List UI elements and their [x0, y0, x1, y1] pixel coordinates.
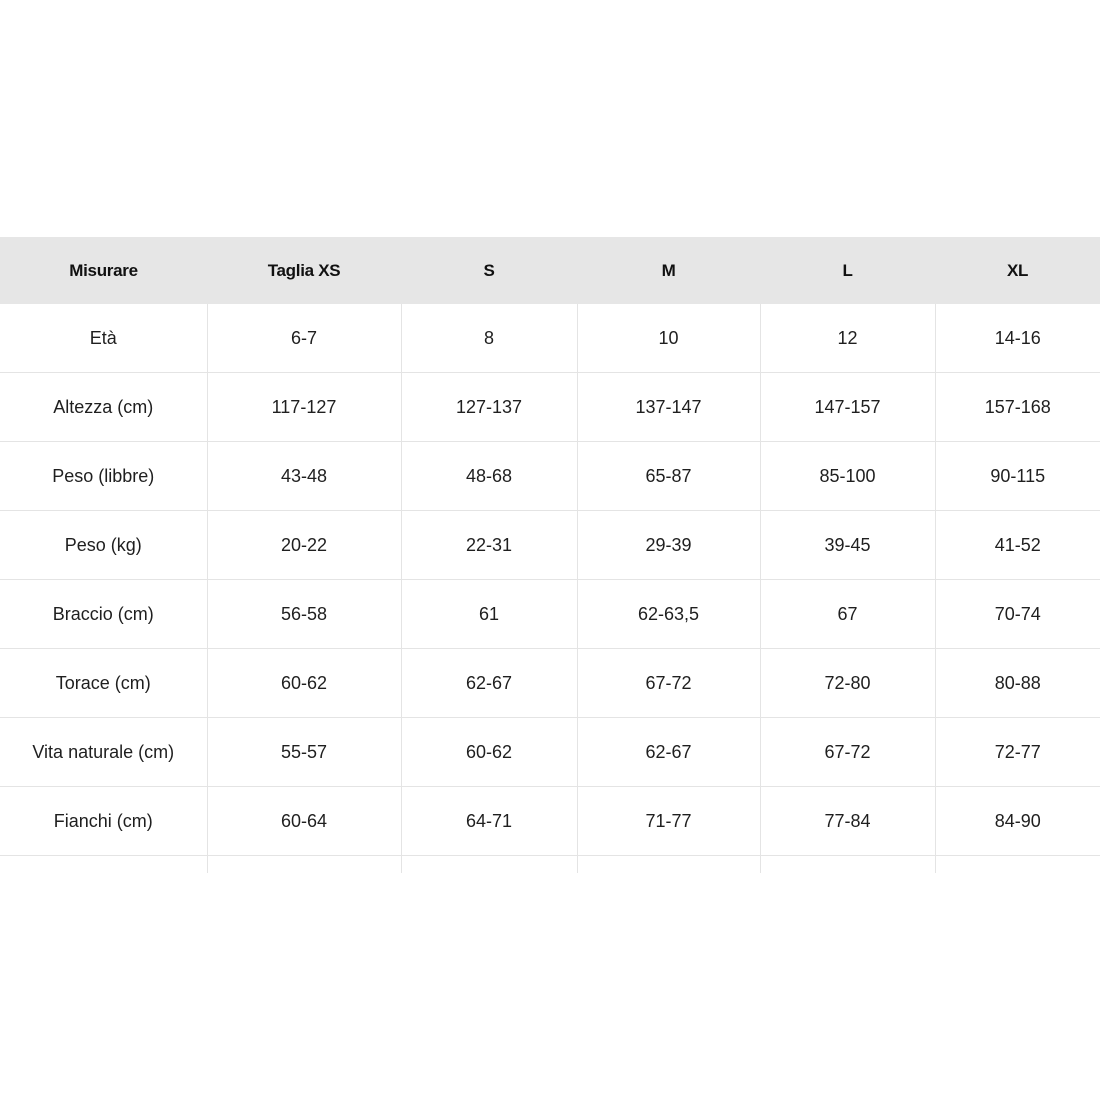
header-size-l: L [760, 237, 935, 304]
table-cell: 80-88 [934, 648, 1100, 718]
spacer-cell [759, 855, 935, 873]
table-cell: 39-45 [759, 510, 935, 580]
table-cell: 61 [400, 579, 577, 649]
row-label: Altezza (cm) [0, 372, 207, 442]
table-cell: 147-157 [759, 372, 935, 442]
table-row: Peso (libbre) 43-48 48-68 65-87 85-100 9… [0, 441, 1100, 511]
table-cell: 48-68 [400, 441, 577, 511]
row-label: Peso (libbre) [0, 441, 207, 511]
table-cell: 12 [759, 304, 935, 373]
table-row: Peso (kg) 20-22 22-31 29-39 39-45 41-52 [0, 510, 1100, 580]
header-size-xs: Taglia XS [207, 237, 401, 304]
row-label: Fianchi (cm) [0, 786, 207, 856]
table-row: Altezza (cm) 117-127 127-137 137-147 147… [0, 372, 1100, 442]
spacer-cell [400, 855, 577, 873]
size-chart-table: Misurare Taglia XS S M L XL Età 6-7 8 10… [0, 237, 1100, 873]
table-cell: 20-22 [206, 510, 401, 580]
table-cell: 72-80 [759, 648, 935, 718]
table-cell: 43-48 [206, 441, 401, 511]
row-label: Età [0, 304, 207, 373]
table-cell: 65-87 [576, 441, 760, 511]
table-cell: 85-100 [759, 441, 935, 511]
table-cell: 71-77 [576, 786, 760, 856]
table-cell: 6-7 [206, 304, 401, 373]
header-size-m: M [577, 237, 760, 304]
table-cell: 157-168 [934, 372, 1100, 442]
header-size-xl: XL [935, 237, 1100, 304]
row-label: Vita naturale (cm) [0, 717, 207, 787]
spacer-cell [206, 855, 401, 873]
table-cell: 67-72 [576, 648, 760, 718]
table-row: Vita naturale (cm) 55-57 60-62 62-67 67-… [0, 717, 1100, 787]
header-row: Misurare Taglia XS S M L XL [0, 237, 1100, 304]
row-label: Peso (kg) [0, 510, 207, 580]
row-label: Torace (cm) [0, 648, 207, 718]
table-cell: 72-77 [934, 717, 1100, 787]
table-cell: 77-84 [759, 786, 935, 856]
table-cell: 22-31 [400, 510, 577, 580]
table-row: Età 6-7 8 10 12 14-16 [0, 304, 1100, 373]
table-cell: 62-67 [400, 648, 577, 718]
table-cell: 60-64 [206, 786, 401, 856]
table-cell: 41-52 [934, 510, 1100, 580]
spacer-cell [576, 855, 760, 873]
table-cell: 60-62 [400, 717, 577, 787]
table-cell: 67-72 [759, 717, 935, 787]
header-size-s: S [401, 237, 577, 304]
spacer-cell [0, 856, 207, 874]
table-cell: 67 [759, 579, 935, 649]
table-cell: 55-57 [206, 717, 401, 787]
table-header: Misurare Taglia XS S M L XL [0, 237, 1100, 304]
spacer-cell [934, 855, 1100, 873]
table-cell: 62-67 [576, 717, 760, 787]
table-cell: 64-71 [400, 786, 577, 856]
table-footer-spacer [0, 855, 1100, 874]
table-row: Braccio (cm) 56-58 61 62-63,5 67 70-74 [0, 579, 1100, 649]
table-cell: 14-16 [934, 304, 1100, 373]
table-cell: 56-58 [206, 579, 401, 649]
table-cell: 117-127 [206, 372, 401, 442]
table-cell: 90-115 [934, 441, 1100, 511]
table-cell: 60-62 [206, 648, 401, 718]
table-row: Fianchi (cm) 60-64 64-71 71-77 77-84 84-… [0, 786, 1100, 856]
row-label: Braccio (cm) [0, 579, 207, 649]
table-cell: 10 [576, 304, 760, 373]
table-cell: 137-147 [576, 372, 760, 442]
table-body: Età 6-7 8 10 12 14-16 Altezza (cm) 117-1… [0, 304, 1100, 873]
table-cell: 29-39 [576, 510, 760, 580]
table-cell: 8 [400, 304, 577, 373]
table-cell: 62-63,5 [576, 579, 760, 649]
table-cell: 84-90 [934, 786, 1100, 856]
table-cell: 70-74 [934, 579, 1100, 649]
table-cell: 127-137 [400, 372, 577, 442]
header-measure: Misurare [0, 237, 207, 304]
table-row: Torace (cm) 60-62 62-67 67-72 72-80 80-8… [0, 648, 1100, 718]
